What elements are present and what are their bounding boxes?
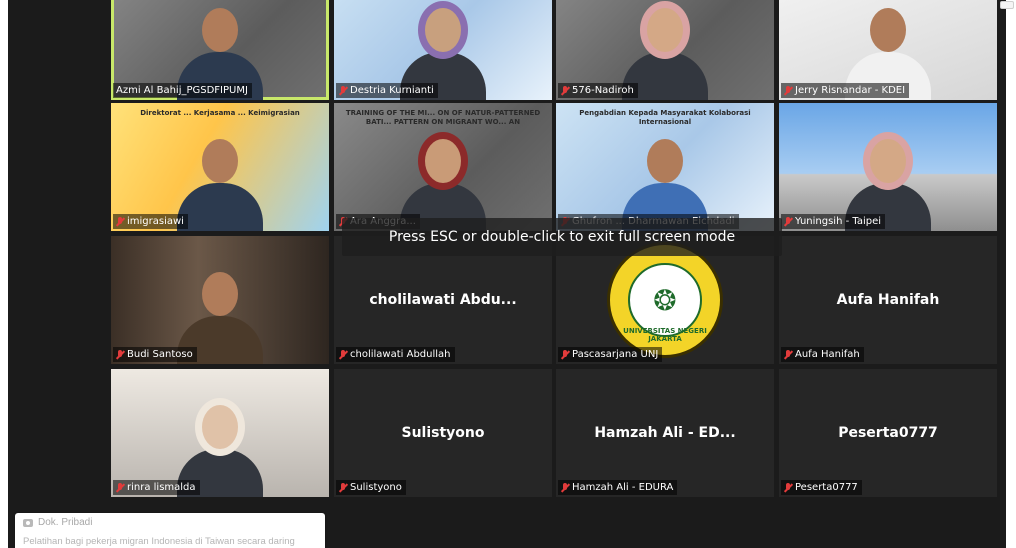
- photo-credit: Dok. Pribadi: [38, 517, 93, 528]
- participant-tile[interactable]: NATUR-PATTERNED ... OMPUTAN PATTERN ... …: [556, 0, 774, 100]
- participant-name: Aufa Hanifah: [795, 349, 860, 360]
- participant-display-name: Peserta0777: [838, 425, 938, 441]
- participant-name: imigrasiawi: [127, 216, 184, 227]
- mic-muted-icon: [561, 349, 569, 360]
- mic-muted-icon: [339, 85, 347, 96]
- mic-muted-icon: [784, 482, 792, 493]
- torch-icon: ❂: [628, 263, 702, 337]
- photo-caption: Dok. Pribadi Pelatihan bagi pekerja migr…: [15, 513, 325, 548]
- participant-name: cholilawati Abdullah: [350, 349, 451, 360]
- participant-nametag: Sulistyono: [336, 480, 406, 495]
- university-logo: ❂ UNIVERSITAS NEGERI JAKARTA: [607, 242, 723, 358]
- participant-nametag: Peserta0777: [781, 480, 862, 495]
- participant-nametag: Pascasarjana UNJ: [558, 347, 663, 362]
- window-control-button[interactable]: [1000, 1, 1014, 9]
- participant-nametag: Hamzah Ali - EDURA: [558, 480, 678, 495]
- mic-muted-icon: [561, 85, 569, 96]
- participant-nametag: rinra lismalda: [113, 480, 200, 495]
- participant-nametag: Jerry Risnandar - KDEI: [781, 83, 910, 98]
- mic-muted-icon: [116, 482, 124, 493]
- participant-tile[interactable]: Sulistyono Sulistyono: [334, 369, 552, 497]
- fullscreen-exit-hint: Press ESC or double-click to exit full s…: [342, 218, 782, 256]
- mic-muted-icon: [339, 349, 347, 360]
- shared-slide-text: Direktorat ... Kerjasama ... Keimigrasia…: [140, 109, 300, 117]
- participant-nametag: Budi Santoso: [113, 347, 197, 362]
- mic-muted-icon: [784, 85, 792, 96]
- participant-tile[interactable]: Direktorat ... Kerjasama ... Keimigrasia…: [111, 103, 329, 231]
- participant-display-name: Hamzah Ali - ED...: [594, 425, 736, 441]
- participant-nametag: imigrasiawi: [113, 214, 188, 229]
- shared-slide-text: Pengabdian Kepada Masyarakat Kolaborasi …: [579, 109, 751, 126]
- caption-text: Pelatihan bagi pekerja migran Indonesia …: [23, 536, 295, 547]
- participant-nametag: cholilawati Abdullah: [336, 347, 455, 362]
- participant-name: Peserta0777: [795, 482, 858, 493]
- shared-slide-text: TRAINING OF THE MI... ON OF NATUR-PATTER…: [345, 109, 541, 126]
- participant-name: Pascasarjana UNJ: [572, 349, 659, 360]
- participant-name: 576-Nadiroh: [572, 85, 634, 96]
- participant-nametag: Destria Kurnianti: [336, 83, 438, 98]
- mic-muted-icon: [116, 216, 124, 227]
- participant-name: rinra lismalda: [127, 482, 196, 493]
- participant-tile[interactable]: rinra lismalda: [111, 369, 329, 497]
- participant-name: Sulistyono: [350, 482, 402, 493]
- participant-nametag: Yuningsih - Taipei: [781, 214, 886, 229]
- participant-display-name: cholilawati Abdu...: [369, 292, 517, 308]
- participant-nametag: Aufa Hanifah: [781, 347, 864, 362]
- participant-tile[interactable]: Hamzah Ali - ED... Hamzah Ali - EDURA: [556, 369, 774, 497]
- participant-name: Budi Santoso: [127, 349, 193, 360]
- participant-name: Jerry Risnandar - KDEI: [795, 85, 906, 96]
- participant-name: Hamzah Ali - EDURA: [572, 482, 674, 493]
- mic-muted-icon: [116, 349, 124, 360]
- participant-tile[interactable]: Jerry Risnandar - KDEI: [779, 0, 997, 100]
- participant-tile[interactable]: Migrant ... TaiwanDestria Kurnianti: [334, 0, 552, 100]
- participant-name: Destria Kurnianti: [350, 85, 434, 96]
- zoom-gallery-view: TRAINING OF THE ... NATUR-PATTERNED ... …: [8, 0, 1006, 548]
- participant-tile[interactable]: TRAINING OF THE ... NATUR-PATTERNED ... …: [111, 0, 329, 100]
- participant-tile[interactable]: Pengabdian Kepada Masyarakat Kolaborasi …: [556, 103, 774, 231]
- participant-name: Azmi Al Bahij_PGSDFIPUMJ: [116, 85, 248, 96]
- logo-text: UNIVERSITAS NEGERI JAKARTA: [623, 327, 707, 343]
- camera-icon: [23, 518, 33, 527]
- participant-tile[interactable]: Peserta0777 Peserta0777: [779, 369, 997, 497]
- participant-nametag: 576-Nadiroh: [558, 83, 638, 98]
- mic-muted-icon: [784, 349, 792, 360]
- participant-name: Yuningsih - Taipei: [795, 216, 882, 227]
- mic-muted-icon: [784, 216, 792, 227]
- mic-muted-icon: [561, 482, 569, 493]
- participant-display-name: Aufa Hanifah: [836, 292, 940, 308]
- participant-video: [177, 139, 263, 231]
- participant-tile[interactable]: Aufa Hanifah Aufa Hanifah: [779, 236, 997, 364]
- participant-tile[interactable]: Budi Santoso: [111, 236, 329, 364]
- participant-tile[interactable]: Yuningsih - Taipei: [779, 103, 997, 231]
- participant-display-name: Sulistyono: [401, 425, 485, 441]
- participant-tile[interactable]: TRAINING OF THE MI... ON OF NATUR-PATTER…: [334, 103, 552, 231]
- mic-muted-icon: [339, 482, 347, 493]
- participant-nametag: Azmi Al Bahij_PGSDFIPUMJ: [113, 83, 252, 98]
